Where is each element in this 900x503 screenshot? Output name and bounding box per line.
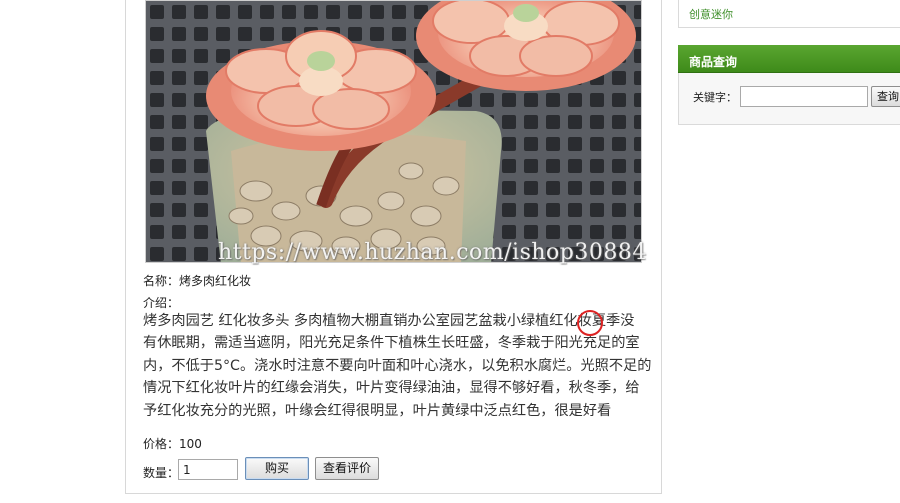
quantity-input[interactable] — [178, 459, 238, 480]
product-image — [145, 0, 642, 263]
product-price: 价格：100 — [143, 437, 202, 451]
search-button[interactable]: 查询 — [871, 86, 900, 107]
product-name: 名称：烤多肉红化妆 — [143, 274, 252, 288]
keyword-input[interactable] — [740, 86, 868, 107]
quantity-label: 数量： — [143, 466, 180, 480]
buy-button[interactable]: 购买 — [245, 457, 309, 480]
annotation-circle — [577, 310, 603, 336]
intro-label: 介绍： — [143, 296, 180, 310]
view-reviews-button[interactable]: 查看评价 — [315, 457, 379, 480]
description-line: 内，不低于5°C。浇水时注意不要向叶面和叶心浇水，以免积水腐烂。光照不足的 — [143, 357, 652, 374]
product-description: 烤多肉园艺 红化妆多头 多肉植物大棚直销办公室园艺盆栽小绿植红化妆夏季没 有休眠… — [143, 310, 652, 422]
description-line: 予红化妆充分的光照，叶缘会红得很明显，叶片黄绿中泛点红色，很是好看 — [143, 402, 612, 419]
description-line: 烤多肉园艺 红化妆多头 多肉植物大棚直销办公室园艺盆栽小绿植红化妆夏季没 — [143, 313, 635, 329]
description-line: 情况下红化妆叶片的红缘会消失，叶片变得绿油油，显得不够好看，秋冬季，给 — [143, 380, 640, 397]
keyword-label: 关键字： — [693, 91, 737, 104]
search-box-title: 商品查询 — [689, 55, 738, 69]
description-line: 有休眠期，需适当遮阴，阳光充足条件下植株生长旺盛，冬季栽于阳光充足的室 — [143, 335, 640, 352]
category-link[interactable]: 创意迷你 — [689, 6, 733, 22]
